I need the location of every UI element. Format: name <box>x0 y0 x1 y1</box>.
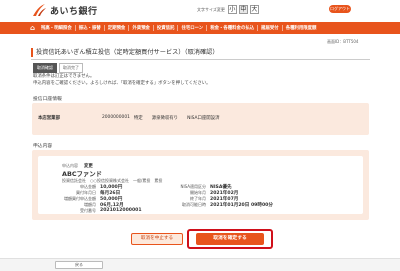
home-icon[interactable]: ⌂ <box>30 24 38 32</box>
account-number: 2000000001 <box>101 115 130 120</box>
field-cancel-deadline: 取消可能日時 2021年01月20日 09時00分 <box>166 202 273 208</box>
font-size-medium-button[interactable]: 中 <box>238 5 248 14</box>
back-button[interactable]: 戻る <box>55 261 103 269</box>
footer-bar: 戻る <box>0 258 400 271</box>
field-receipt-number: 受付番号 2021012000001 <box>62 208 142 214</box>
screen-id: 画面ID：BTT504 <box>327 39 359 44</box>
account-info-panel: 本店営業部 2000000001 特定 源泉徴収有り NISA口座開設済 <box>32 103 369 135</box>
application-type-label: 申込内容 <box>62 163 78 168</box>
account-branch: 本店営業部 <box>38 116 60 121</box>
step-cancel-confirm: 取消確認 <box>33 63 57 73</box>
bank-name: あいち銀行 <box>50 6 98 17</box>
page-title-bar: 投資信託あいぎん積立投信（定時定額買付サービス）（取消確認） <box>31 48 370 60</box>
nav-item-investment-trust[interactable]: 投資信託 <box>154 25 179 31</box>
font-size-label: 文字サイズ変更 <box>197 6 225 12</box>
fund-name: ABCファンド <box>62 170 103 178</box>
main-nav: ⌂ 残高・明細照会 振込・振替 定期預金 外貨預金 投資信託 住宅ローン 税金・… <box>0 22 400 34</box>
account-tokutei: 特定 <box>133 116 143 121</box>
nav-item-foreign-deposit[interactable]: 外貨預金 <box>129 25 154 31</box>
bank-logo-mark-icon <box>33 4 46 16</box>
nav-item-time-deposit[interactable]: 定期預金 <box>105 25 130 31</box>
account-row: 本店営業部 2000000001 特定 源泉徴収有り NISA口座開設済 <box>38 115 231 121</box>
page-title: 投資信託あいぎん積立投信（定時定額買付サービス）（取消確認） <box>31 48 219 57</box>
field-value: 2021年01月20日 09時00分 <box>210 203 273 208</box>
field-key: 取消可能日時 <box>182 202 206 207</box>
font-size-switcher: 文字サイズ変更 小 中 大 <box>197 5 261 14</box>
step-cancel-complete: 取消完了 <box>59 63 83 73</box>
logout-button[interactable]: ログアウト <box>329 5 351 13</box>
nav-item-housing-loan[interactable]: 住宅ローン <box>178 25 208 31</box>
application-panel: 申込内容 変更 ABCファンド 投資信託会社 ○○投信投資株式会社 一般/累投 累… <box>32 150 369 220</box>
account-withholding: 源泉徴収有り <box>151 116 179 121</box>
field-key: 受付番号 <box>80 208 96 213</box>
header: あいち銀行 文字サイズ変更 小 中 大 ログアウト <box>0 0 400 22</box>
bank-logo[interactable]: あいち銀行 <box>31 3 98 17</box>
field-value: 2021012000001 <box>100 208 142 213</box>
account-section-label: 投信口座情報 <box>33 97 62 102</box>
application-card: 申込内容 変更 ABCファンド 投資信託会社 ○○投信投資株式会社 一般/累投 累… <box>38 156 363 214</box>
font-size-large-button[interactable]: 大 <box>249 5 259 14</box>
step-indicator: 取消確認 取消完了 <box>33 63 85 73</box>
nav-item-transfer[interactable]: 振込・振替 <box>76 25 105 31</box>
notice-message: 取消条件は訂正はできません。 <box>33 74 95 79</box>
nav-item-limits[interactable]: 各種利用限度額 <box>283 25 320 31</box>
font-size-small-button[interactable]: 小 <box>227 5 237 14</box>
abort-cancel-button[interactable]: 取消を中止する <box>131 233 183 245</box>
nav-item-notifications[interactable]: 諸届受付 <box>258 25 283 31</box>
confirm-cancel-button[interactable]: 取消を確定する <box>196 233 264 245</box>
account-nisa-status: NISA口座開設済 <box>187 116 220 121</box>
nav-item-balance[interactable]: 残高・明細照会 <box>38 25 76 31</box>
nav-item-tax-payment[interactable]: 税金・各種料金の払込 <box>207 25 259 31</box>
application-section-label: 申込内容 <box>33 144 53 149</box>
instruction-message: 申込内容をご確認ください。よろしければ、「取消を確定する」ボタンを押してください… <box>33 81 211 86</box>
